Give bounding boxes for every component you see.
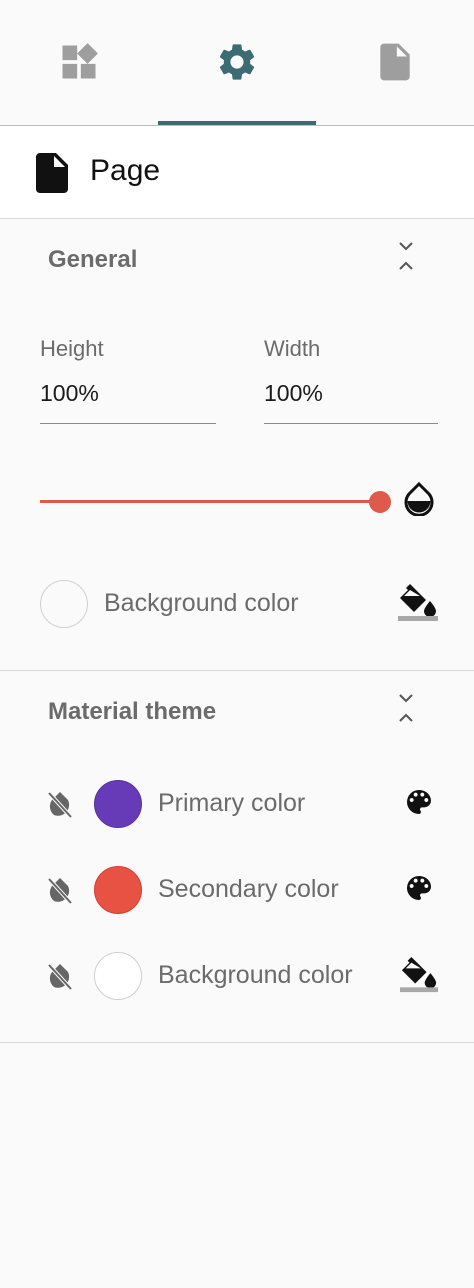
page-title: Page (90, 154, 161, 187)
height-input[interactable] (40, 378, 216, 424)
section-divider (0, 670, 474, 671)
section-divider (0, 1042, 474, 1043)
palette-icon[interactable] (403, 872, 435, 904)
opacity-icon (404, 482, 434, 516)
invert-colors-off-icon[interactable] (46, 875, 74, 905)
width-label: Width (264, 336, 321, 361)
theme-background-color-label: Background color (158, 961, 353, 989)
document-icon (36, 153, 68, 193)
palette-icon[interactable] (403, 786, 435, 818)
widgets-icon (62, 43, 98, 79)
collapse-icon[interactable] (395, 692, 417, 726)
active-tab-indicator (158, 121, 316, 125)
secondary-color-label: Secondary color (158, 875, 339, 903)
page-header: Page (0, 126, 474, 219)
invert-colors-off-icon[interactable] (46, 789, 74, 819)
theme-background-color-swatch[interactable] (94, 952, 142, 1000)
tab-page[interactable] (316, 0, 474, 124)
opacity-slider-track[interactable] (40, 500, 380, 503)
paint-bucket-icon[interactable] (400, 956, 438, 994)
material-theme-section-title: Material theme (48, 698, 217, 725)
secondary-color-swatch[interactable] (94, 866, 142, 914)
height-label: Height (40, 336, 104, 361)
paint-bucket-icon[interactable] (398, 584, 438, 622)
background-color-label: Background color (104, 589, 299, 617)
document-icon (380, 43, 410, 81)
primary-color-swatch[interactable] (94, 780, 142, 828)
primary-color-label: Primary color (158, 789, 306, 817)
invert-colors-off-icon[interactable] (46, 961, 74, 991)
gear-icon (219, 44, 255, 80)
opacity-slider-thumb[interactable] (369, 491, 391, 513)
background-color-swatch[interactable] (40, 580, 88, 628)
tab-settings[interactable] (158, 0, 316, 124)
general-section-title: General (48, 246, 138, 273)
collapse-icon[interactable] (395, 240, 417, 274)
tab-widgets[interactable] (0, 0, 158, 124)
tab-bar (0, 0, 474, 126)
width-input[interactable] (264, 378, 438, 424)
